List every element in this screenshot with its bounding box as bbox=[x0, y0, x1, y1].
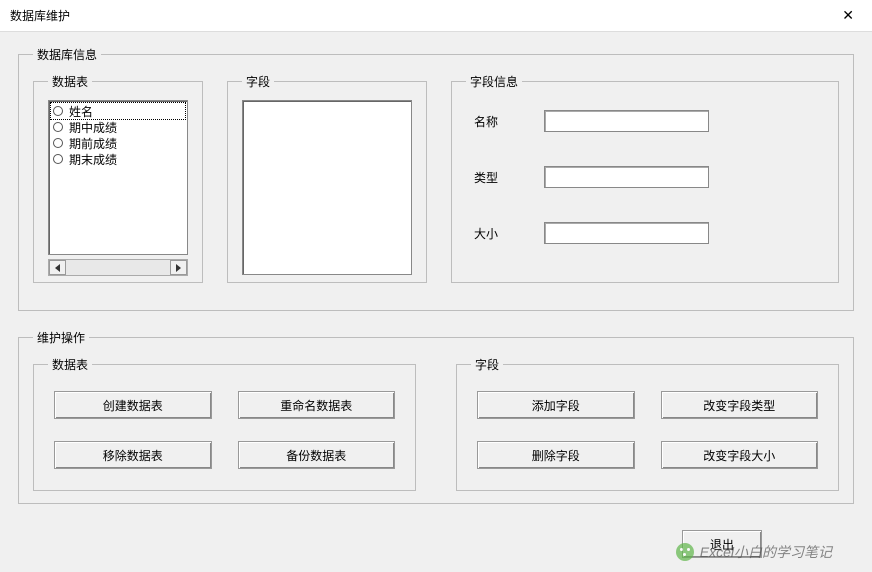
titlebar: 数据库维护 ✕ bbox=[0, 0, 872, 32]
remove-table-button[interactable]: 移除数据表 bbox=[54, 441, 212, 469]
list-item-label: 期前成绩 bbox=[69, 135, 117, 152]
group-tables-legend: 数据表 bbox=[48, 73, 92, 90]
wechat-icon bbox=[676, 543, 694, 561]
watermark-text: Excel小白的学习笔记 bbox=[700, 542, 832, 562]
fields-listbox[interactable] bbox=[242, 100, 412, 275]
scroll-left-button[interactable] bbox=[49, 260, 66, 275]
group-ops-fields-legend: 字段 bbox=[471, 356, 503, 373]
group-field-info: 字段信息 名称 类型 大小 bbox=[451, 73, 839, 283]
list-item-label: 期末成绩 bbox=[69, 151, 117, 168]
field-type-input[interactable] bbox=[544, 166, 709, 188]
close-icon[interactable]: ✕ bbox=[834, 7, 862, 24]
add-field-button[interactable]: 添加字段 bbox=[477, 391, 635, 419]
group-db-info: 数据库信息 数据表 姓名 期中成绩 期前成绩 bbox=[18, 46, 854, 311]
field-name-input[interactable] bbox=[544, 110, 709, 132]
group-fields: 字段 bbox=[227, 73, 427, 283]
field-size-label: 大小 bbox=[474, 225, 524, 242]
list-item-label: 期中成绩 bbox=[69, 119, 117, 136]
rename-table-button[interactable]: 重命名数据表 bbox=[238, 391, 396, 419]
group-tables: 数据表 姓名 期中成绩 期前成绩 bbox=[33, 73, 203, 283]
field-size-input[interactable] bbox=[544, 222, 709, 244]
change-field-size-button[interactable]: 改变字段大小 bbox=[661, 441, 819, 469]
group-ops-tables-legend: 数据表 bbox=[48, 356, 92, 373]
radio-icon bbox=[53, 154, 63, 164]
group-db-info-legend: 数据库信息 bbox=[33, 46, 101, 63]
create-table-button[interactable]: 创建数据表 bbox=[54, 391, 212, 419]
list-item[interactable]: 期前成绩 bbox=[51, 135, 185, 151]
group-field-info-legend: 字段信息 bbox=[466, 73, 522, 90]
field-name-label: 名称 bbox=[474, 113, 524, 130]
field-size-row: 大小 bbox=[474, 222, 816, 244]
radio-icon bbox=[53, 122, 63, 132]
radio-icon bbox=[53, 106, 63, 116]
watermark: Excel小白的学习笔记 bbox=[676, 542, 832, 562]
field-type-row: 类型 bbox=[474, 166, 816, 188]
group-ops-legend: 维护操作 bbox=[33, 329, 89, 346]
delete-field-button[interactable]: 删除字段 bbox=[477, 441, 635, 469]
list-item[interactable]: 期中成绩 bbox=[51, 119, 185, 135]
arrow-left-icon bbox=[55, 264, 60, 272]
group-ops-tables: 数据表 创建数据表 重命名数据表 移除数据表 备份数据表 bbox=[33, 356, 416, 491]
field-type-label: 类型 bbox=[474, 169, 524, 186]
list-item[interactable]: 姓名 bbox=[51, 103, 185, 119]
tables-listbox[interactable]: 姓名 期中成绩 期前成绩 期末成绩 bbox=[48, 100, 188, 255]
group-fields-legend: 字段 bbox=[242, 73, 274, 90]
arrow-right-icon bbox=[176, 264, 181, 272]
radio-icon bbox=[53, 138, 63, 148]
scroll-right-button[interactable] bbox=[170, 260, 187, 275]
list-item-label: 姓名 bbox=[69, 103, 93, 120]
window-title: 数据库维护 bbox=[10, 7, 834, 24]
field-name-row: 名称 bbox=[474, 110, 816, 132]
backup-table-button[interactable]: 备份数据表 bbox=[238, 441, 396, 469]
horizontal-scrollbar[interactable] bbox=[48, 259, 188, 276]
client-area: 数据库信息 数据表 姓名 期中成绩 期前成绩 bbox=[0, 32, 872, 572]
group-ops-fields: 字段 添加字段 改变字段类型 删除字段 改变字段大小 bbox=[456, 356, 839, 491]
group-ops: 维护操作 数据表 创建数据表 重命名数据表 移除数据表 备份数据表 字段 添加字… bbox=[18, 329, 854, 504]
list-item[interactable]: 期末成绩 bbox=[51, 151, 185, 167]
change-field-type-button[interactable]: 改变字段类型 bbox=[661, 391, 819, 419]
